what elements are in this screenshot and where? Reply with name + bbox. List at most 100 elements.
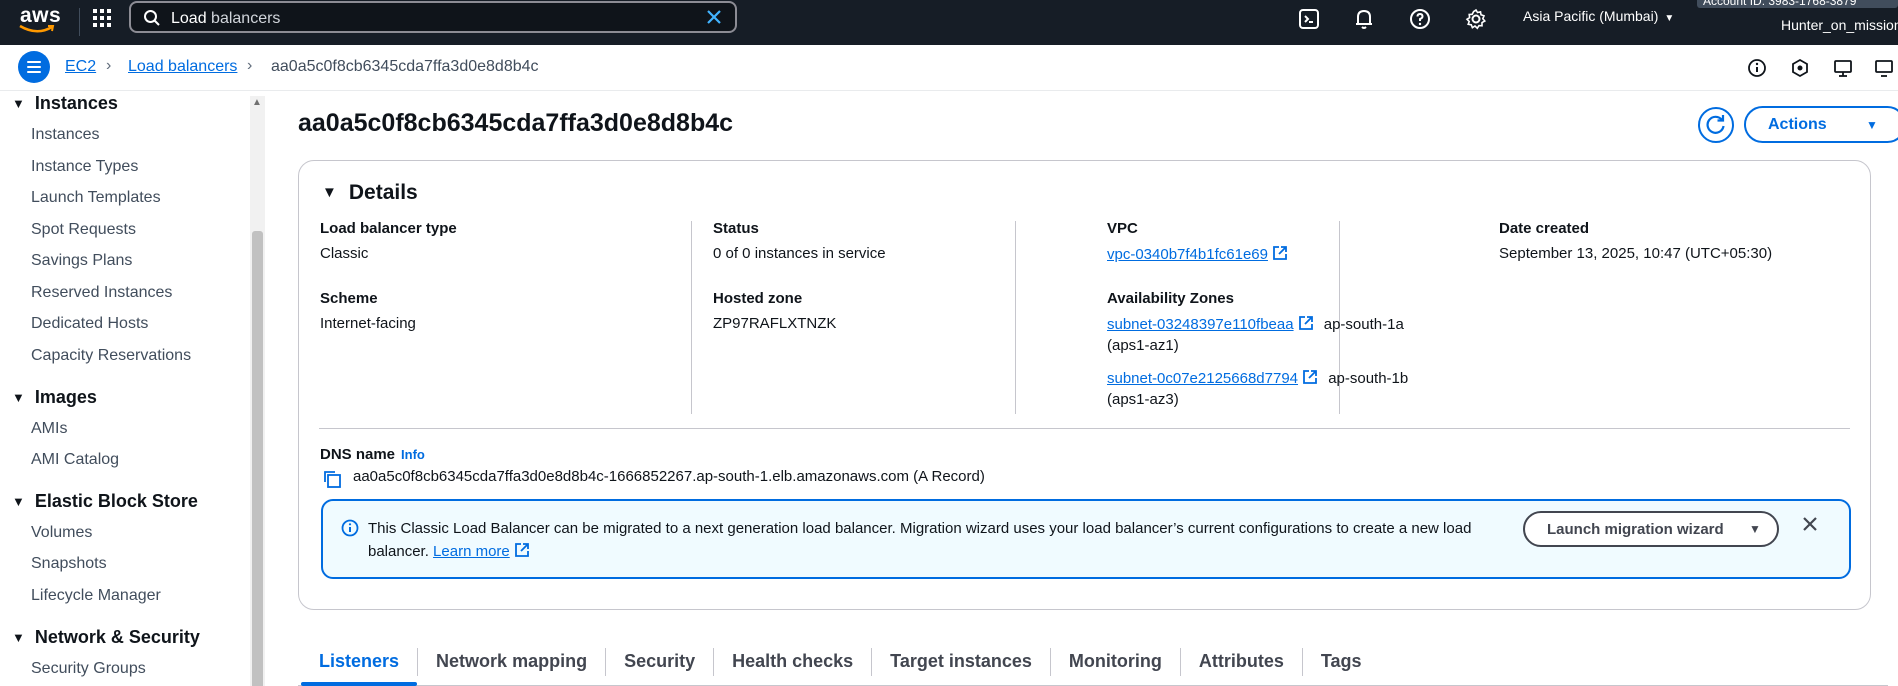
copy-icon[interactable] <box>322 469 342 489</box>
scheme-value: Internet-facing <box>320 315 416 332</box>
info-icon[interactable] <box>1746 57 1768 79</box>
top-navigation-bar: aws Load balancers Asia Pacific (Mumbai)… <box>0 0 1898 45</box>
close-icon[interactable] <box>1801 515 1819 533</box>
tab-divider <box>1049 648 1051 676</box>
scroll-up-arrow-icon[interactable]: ▲ <box>252 97 262 108</box>
external-link-icon[interactable] <box>514 542 530 558</box>
az1-row: subnet-03248397e110fbeaa ap-south-1a <box>1107 315 1404 333</box>
hosted-zone-value: ZP97RAFLXTNZK <box>713 315 837 332</box>
search-icon <box>144 10 160 26</box>
breadcrumb-load-balancers-link[interactable]: Load balancers <box>128 58 237 76</box>
search-input[interactable]: Load balancers <box>129 1 737 33</box>
caret-down-icon: ▼ <box>12 96 25 111</box>
breadcrumb-current: aa0a5c0f8cb6345cda7ffa3d0e8d8b4c <box>271 58 539 75</box>
settings-gear-icon[interactable] <box>1464 7 1488 31</box>
sidebar-item-security-groups[interactable]: Security Groups <box>31 660 146 678</box>
display-settings-icon[interactable] <box>1873 57 1895 79</box>
external-link-icon[interactable] <box>1272 245 1288 261</box>
lb-type-label: Load balancer type <box>320 220 457 237</box>
cloudshell-icon[interactable] <box>1297 7 1321 31</box>
sidebar-item-instance-types[interactable]: Instance Types <box>31 158 138 176</box>
dns-info-link[interactable]: Info <box>401 447 425 462</box>
vpc-link-row: vpc-0340b7f4b1fc61e69 <box>1107 245 1288 263</box>
aws-logo[interactable]: aws <box>18 4 61 34</box>
tab-monitoring[interactable]: Monitoring <box>1069 651 1162 672</box>
refresh-button[interactable] <box>1698 107 1734 143</box>
feedback-icon[interactable] <box>1832 57 1854 79</box>
sidebar-item-snapshots[interactable]: Snapshots <box>31 555 107 573</box>
caret-down-icon: ▼ <box>1664 13 1675 24</box>
help-icon[interactable] <box>1408 7 1432 31</box>
tab-divider <box>605 648 607 676</box>
services-grid-icon[interactable] <box>91 7 113 29</box>
caret-down-icon: ▼ <box>322 184 337 201</box>
tab-listeners[interactable]: Listeners <box>319 651 399 672</box>
dns-name-value: aa0a5c0f8cb6345cda7ffa3d0e8d8b4c-1666852… <box>353 468 985 485</box>
tab-health-checks[interactable]: Health checks <box>732 651 853 672</box>
launch-migration-wizard-button[interactable]: Launch migration wizard ▼ <box>1523 511 1779 547</box>
tab-attributes[interactable]: Attributes <box>1199 651 1284 672</box>
navigation-menu-button[interactable] <box>18 51 50 83</box>
sidebar-group-instances[interactable]: ▼ Instances <box>12 93 118 114</box>
sidebar-item-amis[interactable]: AMIs <box>31 420 67 438</box>
breadcrumb-ec2-link[interactable]: EC2 <box>65 58 96 76</box>
hosted-zone-label: Hosted zone <box>713 290 803 307</box>
az2-row: subnet-0c07e2125668d7794 ap-south-1b <box>1107 369 1408 387</box>
sidebar-group-network-security[interactable]: ▼ Network & Security <box>12 627 200 648</box>
tab-tags[interactable]: Tags <box>1321 651 1362 672</box>
clear-search-icon[interactable] <box>705 8 723 26</box>
alert-message: This Classic Load Balancer can be migrat… <box>368 520 1472 560</box>
migration-info-alert: This Classic Load Balancer can be migrat… <box>321 499 1851 579</box>
date-created-value: September 13, 2025, 10:47 (UTC+05:30) <box>1499 245 1773 262</box>
search-value: Load balancers <box>171 10 281 27</box>
sidebar-item-capacity-reservations[interactable]: Capacity Reservations <box>31 347 191 365</box>
tab-security[interactable]: Security <box>624 651 695 672</box>
sidebar-scrollbar[interactable]: ▲ <box>250 96 265 686</box>
learn-more-link[interactable]: Learn more <box>433 543 510 560</box>
column-divider <box>1015 221 1016 414</box>
sidebar-item-spot-requests[interactable]: Spot Requests <box>31 221 136 239</box>
vpc-link[interactable]: vpc-0340b7f4b1fc61e69 <box>1107 246 1268 263</box>
launch-migration-label: Launch migration wizard <box>1547 521 1724 538</box>
sidebar-group-elastic-block-store[interactable]: ▼ Elastic Block Store <box>12 491 198 512</box>
sidebar-item-lifecycle-manager[interactable]: Lifecycle Manager <box>31 587 161 605</box>
breadcrumb-chevron-icon: › <box>247 57 253 74</box>
breadcrumb: EC2 › Load balancers › aa0a5c0f8cb6345cd… <box>0 45 1898 91</box>
az1-zone: ap-south-1a <box>1323 316 1404 333</box>
page-title: aa0a5c0f8cb6345cda7ffa3d0e8d8b4c <box>298 109 734 137</box>
region-selector[interactable]: Asia Pacific (Mumbai) ▼ <box>1523 8 1674 24</box>
subnet-link-az1[interactable]: subnet-03248397e110fbeaa <box>1107 316 1294 333</box>
sidebar-item-instances[interactable]: Instances <box>31 126 99 144</box>
sidebar-item-volumes[interactable]: Volumes <box>31 524 92 542</box>
notifications-bell-icon[interactable] <box>1352 7 1376 31</box>
status-label: Status <box>713 220 759 237</box>
caret-down-icon: ▼ <box>12 630 25 645</box>
details-header[interactable]: ▼ Details <box>322 181 418 205</box>
availability-zones-label: Availability Zones <box>1107 290 1234 307</box>
actions-dropdown-button[interactable]: Actions ▼ <box>1744 106 1898 143</box>
sidebar-item-reserved-instances[interactable]: Reserved Instances <box>31 284 172 302</box>
az2-id: (aps1-az3) <box>1107 391 1179 408</box>
sidebar-item-dedicated-hosts[interactable]: Dedicated Hosts <box>31 315 148 333</box>
tab-divider <box>871 648 873 676</box>
actions-label: Actions <box>1768 116 1827 133</box>
external-link-icon[interactable] <box>1298 315 1314 331</box>
account-id-badge: Account ID: 3983-1768-3879 <box>1697 0 1898 8</box>
tab-network-mapping[interactable]: Network mapping <box>436 651 587 672</box>
scrollbar-thumb[interactable] <box>252 231 263 686</box>
caret-down-icon: ▼ <box>1866 118 1878 132</box>
external-link-icon[interactable] <box>1302 369 1318 385</box>
user-menu[interactable]: Hunter_on_mission <box>1781 17 1898 33</box>
az2-zone: ap-south-1b <box>1328 370 1409 387</box>
sidebar-group-images[interactable]: ▼ Images <box>12 387 97 408</box>
lb-type-value: Classic <box>320 245 369 262</box>
sidebar-item-launch-templates[interactable]: Launch Templates <box>31 189 161 207</box>
sidebar-item-ami-catalog[interactable]: AMI Catalog <box>31 451 119 469</box>
status-value: 0 of 0 instances in service <box>713 245 886 262</box>
tab-target-instances[interactable]: Target instances <box>890 651 1032 672</box>
notifications-hexagon-icon[interactable] <box>1789 57 1811 79</box>
subnet-link-az2[interactable]: subnet-0c07e2125668d7794 <box>1107 370 1298 387</box>
sidebar-item-savings-plans[interactable]: Savings Plans <box>31 252 132 270</box>
caret-down-icon: ▼ <box>1749 522 1761 536</box>
detail-tabs: Listeners Network mapping Security Healt… <box>298 636 1888 686</box>
